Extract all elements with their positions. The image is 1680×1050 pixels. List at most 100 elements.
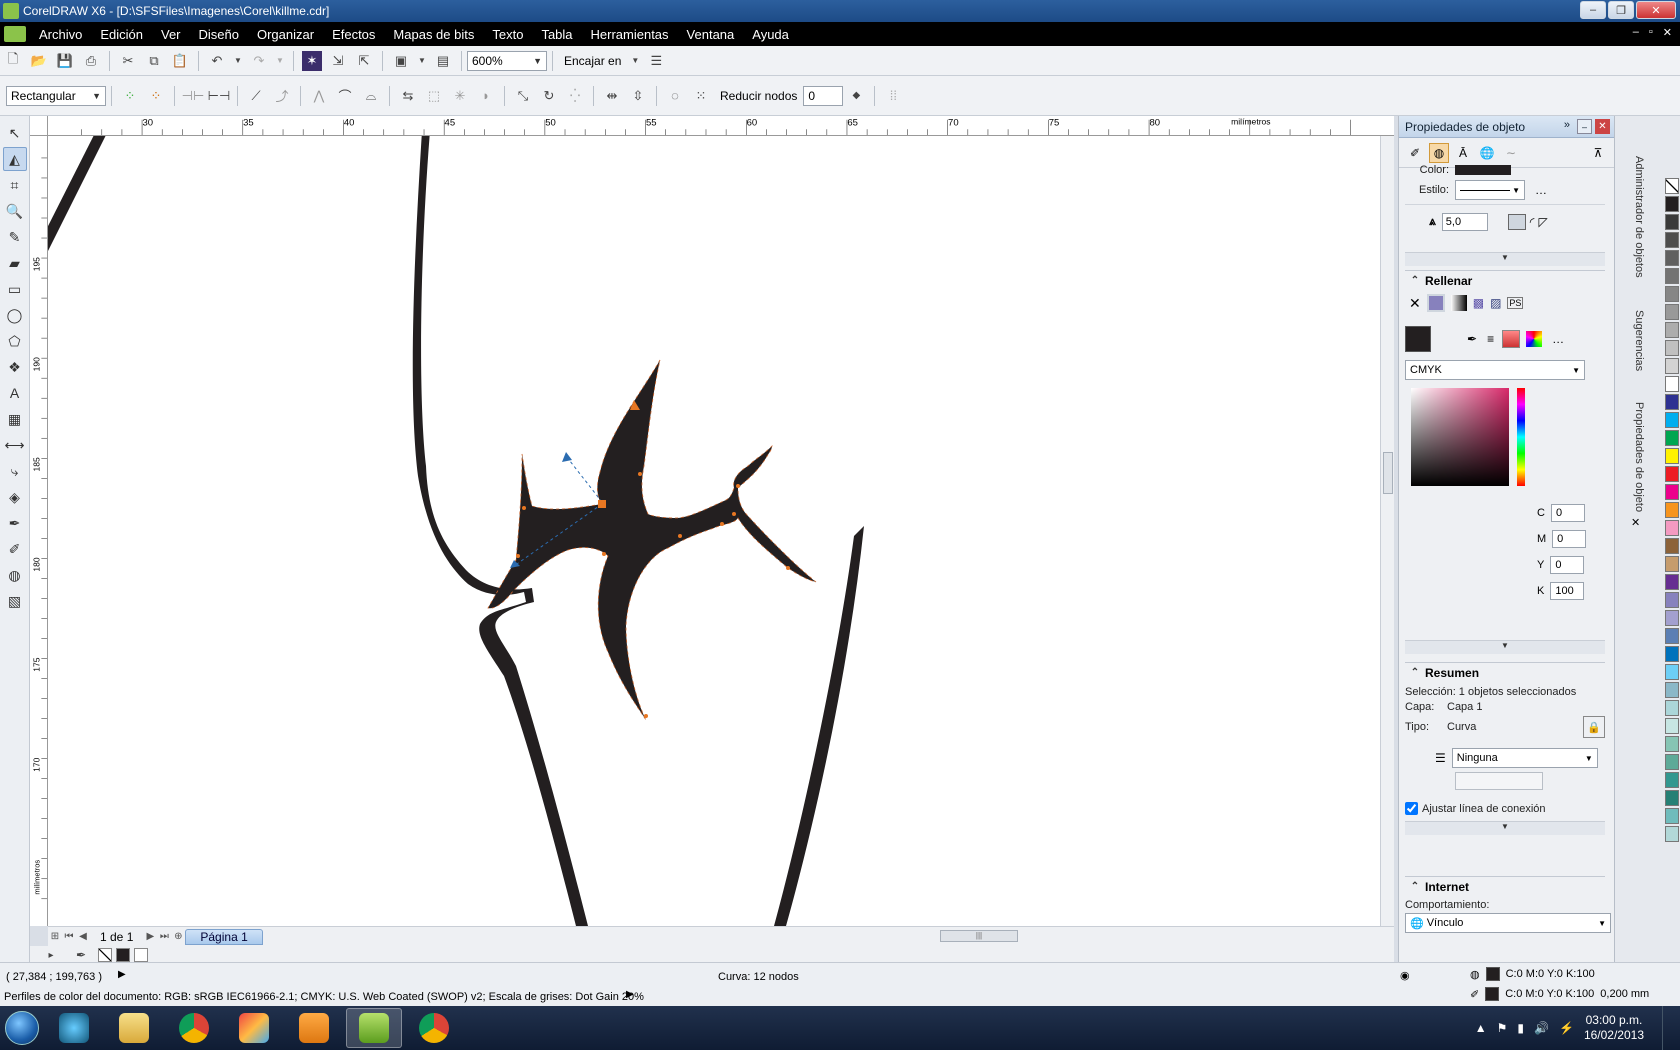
current-fill-swatch[interactable] — [1405, 326, 1431, 352]
curve-node[interactable] — [516, 554, 520, 558]
add-page-icon[interactable]: ⊕ — [171, 931, 185, 942]
options-icon[interactable]: ☰ — [646, 51, 666, 71]
redo-dropdown-icon[interactable]: ▼ — [275, 51, 285, 71]
internet-section-header[interactable]: ⌃ Internet — [1405, 876, 1605, 896]
crop-tool-icon[interactable]: ⌗ — [3, 173, 27, 197]
fill-section-header[interactable]: ⌃ Rellenar — [1405, 270, 1605, 290]
mirror-horizontal-icon[interactable]: ⇹ — [602, 86, 622, 106]
doc-close-button[interactable]: ✕ — [1663, 26, 1672, 39]
stretch-nodes-icon[interactable]: ⤡ — [513, 86, 533, 106]
menu-diseno[interactable]: Diseño — [190, 27, 248, 42]
docker-options-icon[interactable]: ⊼ — [1588, 143, 1608, 163]
first-page-icon[interactable]: ⏮ — [62, 931, 76, 942]
palette-color-swatch[interactable] — [1665, 394, 1679, 410]
palette-color-swatch[interactable] — [1665, 754, 1679, 770]
more-options-icon[interactable]: … — [1552, 332, 1564, 346]
close-button[interactable]: ✕ — [1636, 1, 1676, 19]
hue-slider[interactable] — [1517, 388, 1525, 486]
chrome-button-2[interactable] — [406, 1008, 462, 1048]
vertical-ruler[interactable]: 195 190 185 180 175 170 milímetros — [30, 136, 48, 926]
palette-color-swatch[interactable] — [1665, 808, 1679, 824]
palette-color-swatch[interactable] — [1665, 592, 1679, 608]
menu-texto[interactable]: Texto — [483, 27, 532, 42]
magenta-input[interactable] — [1552, 530, 1587, 548]
corner-round-icon[interactable]: ◜ — [1530, 215, 1535, 229]
print-icon[interactable]: ⎙ — [81, 51, 101, 71]
chrome-button[interactable] — [166, 1008, 222, 1048]
next-page-icon[interactable]: ▶ — [143, 931, 157, 942]
zoom-tool-icon[interactable]: 🔍 — [3, 199, 27, 223]
reduce-nodes-input[interactable] — [803, 85, 844, 106]
palette-color-swatch[interactable] — [1665, 286, 1679, 302]
fill-expander[interactable]: ▼ — [1405, 640, 1605, 654]
ruler-origin[interactable] — [30, 116, 48, 136]
hints-tab[interactable]: Sugerencias — [1633, 310, 1645, 371]
fill-tool-icon[interactable]: ◍ — [3, 563, 27, 587]
palette-color-swatch[interactable] — [1665, 214, 1679, 230]
color-eyedropper-icon[interactable]: ✒ — [1467, 332, 1477, 346]
control-handle[interactable] — [565, 455, 603, 503]
palette-color-swatch[interactable] — [1665, 430, 1679, 446]
close-tabs-icon[interactable]: ✕ — [1631, 516, 1640, 529]
summary-section-header[interactable]: ⌃ Resumen — [1405, 662, 1605, 682]
media-player-button[interactable] — [286, 1008, 342, 1048]
previous-page-icon[interactable]: ◀ — [76, 931, 90, 942]
text-tool-icon[interactable]: A — [3, 381, 27, 405]
palette-color-swatch[interactable] — [1665, 664, 1679, 680]
maximize-button[interactable]: ❐ — [1608, 1, 1634, 19]
vertical-scrollbar[interactable] — [1380, 136, 1394, 926]
palette-color-swatch[interactable] — [1665, 826, 1679, 842]
last-page-icon[interactable]: ⏭ — [157, 931, 171, 942]
smooth-node-icon[interactable]: ⌒ — [335, 86, 355, 106]
black-swatch[interactable] — [116, 948, 130, 962]
horizontal-ruler[interactable]: milímetros 30 35 40 45 50 55 60 65 70 75… — [48, 116, 1394, 136]
curve-node[interactable] — [736, 484, 740, 488]
new-document-icon[interactable]: 🗋 — [3, 51, 23, 71]
palette-color-swatch[interactable] — [1665, 718, 1679, 734]
ellipse-tool-icon[interactable]: ◯ — [3, 303, 27, 327]
coreldraw-button[interactable] — [346, 1008, 402, 1048]
drawing-canvas[interactable] — [48, 136, 1380, 926]
palette-color-swatch[interactable] — [1665, 502, 1679, 518]
docker-minimize-button[interactable]: – — [1577, 119, 1592, 134]
docker-close-button[interactable]: ✕ — [1595, 119, 1610, 134]
palette-color-swatch[interactable] — [1665, 574, 1679, 590]
stroke-right[interactable] — [774, 526, 864, 926]
horizontal-scroll-thumb[interactable]: ||| — [940, 930, 1018, 942]
fill-color-swatch[interactable] — [1485, 967, 1500, 981]
snap-to-dropdown[interactable]: Encajar en — [564, 54, 621, 68]
postscript-fill-icon[interactable]: PS — [1507, 297, 1524, 309]
align-nodes-icon[interactable]: ⁛ — [565, 86, 585, 106]
palette-color-swatch[interactable] — [1665, 700, 1679, 716]
add-node-icon[interactable]: ⁘ — [120, 86, 140, 106]
copy-icon[interactable]: ⧉ — [144, 51, 164, 71]
cusp-node-icon[interactable]: ⋀ — [309, 86, 329, 106]
rectangle-tool-icon[interactable]: ▭ — [3, 277, 27, 301]
horizontal-scrollbar[interactable]: ||| — [732, 928, 1372, 944]
no-color-swatch[interactable] — [98, 948, 112, 962]
menu-organizar[interactable]: Organizar — [248, 27, 323, 42]
palette-color-swatch[interactable] — [1665, 628, 1679, 644]
uniform-fill-icon[interactable] — [1426, 294, 1445, 312]
flag-icon[interactable]: ⚑ — [1497, 1021, 1508, 1035]
drawing-artwork[interactable] — [48, 136, 1380, 926]
page-tab[interactable]: Página 1 — [185, 928, 263, 945]
delete-node-icon[interactable]: ⁘ — [146, 86, 166, 106]
snap-dropdown-icon[interactable]: ▼ — [630, 51, 640, 71]
extract-subpath-icon[interactable]: ✳ — [450, 86, 470, 106]
outline-width-input[interactable] — [1441, 212, 1488, 231]
menu-edicion[interactable]: Edición — [91, 27, 152, 42]
table-tool-icon[interactable]: ▦ — [3, 407, 27, 431]
color-palettes-icon[interactable] — [1526, 331, 1543, 347]
selected-node[interactable] — [598, 500, 606, 508]
palette-color-swatch[interactable] — [1665, 556, 1679, 572]
menu-tabla[interactable]: Tabla — [532, 27, 581, 42]
wrap-offset-input[interactable] — [1455, 772, 1543, 790]
color-model-select[interactable]: CMYK ▼ — [1405, 360, 1585, 380]
bird-shape[interactable] — [487, 359, 817, 721]
curve-node[interactable] — [678, 534, 682, 538]
shape-tool-icon[interactable]: ◭ — [2, 147, 27, 171]
reverse-direction-icon[interactable]: ⇆ — [398, 86, 418, 106]
doc-restore-button[interactable]: ▫ — [1649, 26, 1653, 39]
cut-icon[interactable]: ✂ — [118, 51, 138, 71]
